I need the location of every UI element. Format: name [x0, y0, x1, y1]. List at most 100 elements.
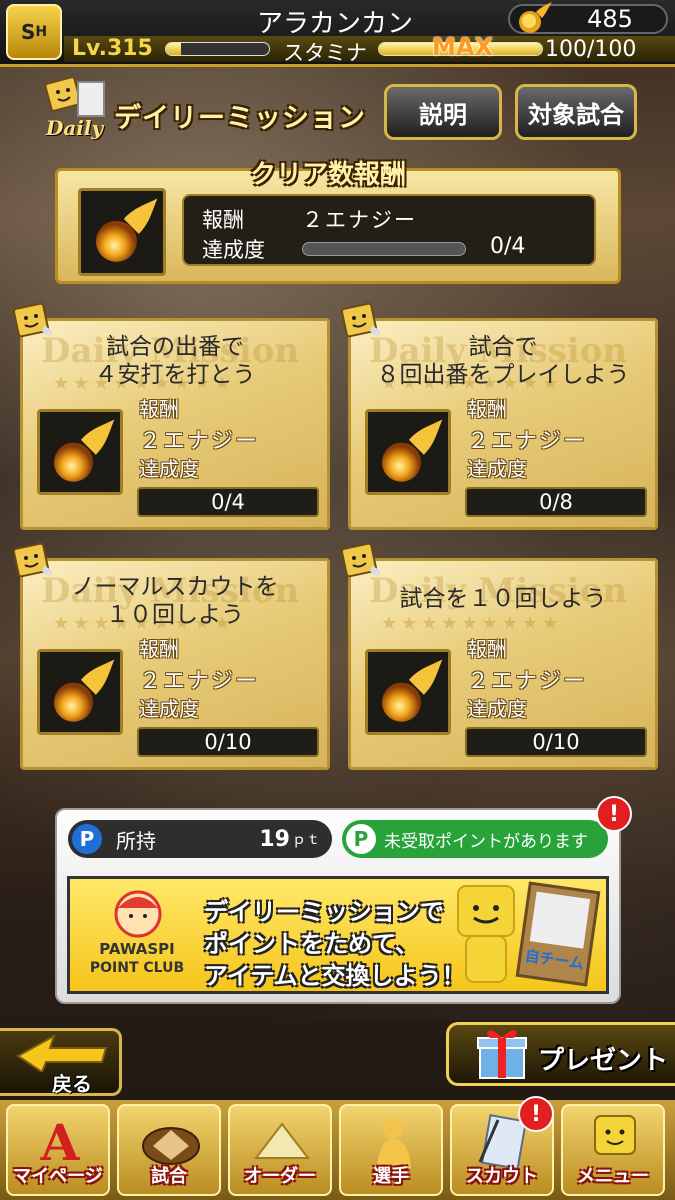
mission-progress-label: 達成度 — [467, 697, 527, 721]
energy-flame-icon — [53, 659, 115, 722]
mission-progress-value: 0/10 — [465, 727, 647, 757]
mission-reward-label: 報酬 — [139, 397, 179, 421]
scout-alert-icon: ! — [518, 1096, 554, 1132]
mission-card[interactable]: Daily Mission ★★★★★★★★★ 試合の出番で ４安打を打とう 報… — [20, 318, 330, 530]
mission-title-line2: ４安打を打とう — [94, 362, 256, 388]
present-label: プレゼント — [538, 1046, 669, 1076]
mission-progress-value: 0/10 — [137, 727, 319, 757]
nav-menu-icon — [594, 1115, 636, 1155]
mission-progress-label: 達成度 — [139, 457, 199, 481]
daily-word: Daily — [46, 116, 104, 140]
nav-player-label: 選手 — [373, 1166, 409, 1187]
progress-value: 0/4 — [490, 234, 526, 259]
alert-icon: ! — [596, 796, 632, 832]
clear-reward-heading: クリア数報酬 — [250, 160, 407, 190]
nav-match[interactable]: 試合 — [117, 1104, 221, 1196]
level-display: Lv.315 — [72, 36, 153, 61]
explain-button[interactable]: 説明 — [384, 84, 502, 140]
mascot-face-icon — [114, 890, 162, 938]
mission-title-line2: １０回しよう — [106, 602, 244, 628]
memo-pin-icon — [12, 542, 53, 578]
owned-label: 所持 — [116, 828, 156, 853]
mission-reward-item — [37, 409, 123, 495]
banner-line1: デイリーミッションで — [204, 898, 444, 926]
nav-menu[interactable]: メニュー — [561, 1104, 665, 1196]
mission-title-line2: ８回出番をプレイしよう — [376, 362, 630, 388]
nav-match-label: 試合 — [151, 1166, 187, 1187]
mission-card[interactable]: Daily Mission ★★★★★★★★★ ノーマルスカウトを １０回しよう… — [20, 558, 330, 770]
owned-points-pill: P 所持 19 ｐｔ — [68, 820, 332, 858]
banner-line2: ポイントをためて、 — [204, 930, 419, 958]
nav-order-label: オーダー — [244, 1166, 316, 1187]
reward-label: 報酬 — [202, 208, 244, 232]
p-point-icon: P — [346, 824, 376, 854]
svg-text:A: A — [40, 1113, 81, 1168]
energy-flame-icon — [381, 419, 443, 482]
target-games-button[interactable]: 対象試合 — [515, 84, 637, 140]
player-name: アラカンカン — [256, 9, 413, 39]
stamina-max-label: MAX — [432, 33, 493, 61]
nav-player[interactable]: 選手 — [339, 1104, 443, 1196]
team-card-label: 自チーム — [523, 946, 586, 973]
back-arrow-icon — [16, 1033, 108, 1072]
memo-pin-icon — [340, 302, 381, 338]
clear-reward-item — [78, 188, 166, 276]
mission-reward-value: ２エナジー — [467, 429, 588, 454]
clear-progress-bar — [302, 242, 466, 256]
card-stars: ★★★★★★★★★ — [381, 613, 563, 634]
stamina-value: 100/100 — [545, 37, 637, 62]
gift-box-icon — [477, 1030, 527, 1079]
progress-label: 達成度 — [202, 238, 265, 262]
unclaimed-points-button[interactable]: P 未受取ポイントがあります — [342, 820, 608, 858]
nav-scout-label: スカウト — [466, 1166, 538, 1187]
nav-order[interactable]: オーダー — [228, 1104, 332, 1196]
mission-progress-value: 0/4 — [137, 487, 319, 517]
mission-reward-label: 報酬 — [139, 637, 179, 661]
mission-title-line1: 試合の出番で — [106, 334, 244, 360]
nav-mypage[interactable]: A マイページ — [6, 1104, 110, 1196]
energy-count: 485 — [587, 5, 633, 33]
mission-card[interactable]: Daily Mission ★★★★★★★★★ 試合を１０回しよう 報酬 ２エナ… — [348, 558, 658, 770]
mission-progress-label: 達成度 — [467, 457, 527, 481]
nav-menu-label: メニュー — [577, 1166, 649, 1187]
mission-title-line1: 試合で — [468, 334, 538, 360]
club-name-line1: PAWASPI — [99, 940, 175, 958]
team-card-icon: 自チーム — [515, 881, 601, 987]
p-point-icon: P — [72, 824, 102, 854]
mission-progress-value: 0/8 — [465, 487, 647, 517]
nav-match-icon — [142, 1127, 200, 1165]
energy-flame-icon — [53, 419, 115, 482]
mission-progress-label: 達成度 — [139, 697, 199, 721]
memo-pin-icon — [340, 542, 381, 578]
mission-title-line1: ノーマルスカウトを — [71, 574, 279, 600]
mission-reward-value: ２エナジー — [467, 669, 588, 694]
unclaimed-message: 未受取ポイントがあります — [384, 831, 588, 852]
back-label: 戻る — [52, 1072, 92, 1096]
nav-order-icon — [253, 1122, 311, 1159]
owned-unit: ｐｔ — [292, 832, 320, 848]
exp-bar — [165, 42, 270, 56]
mission-reward-label: 報酬 — [467, 637, 507, 661]
club-name-line2: POINT CLUB — [89, 960, 185, 976]
mission-title-line1: 試合を１０回しよう — [399, 586, 607, 612]
exp-bar-fill — [166, 43, 182, 55]
energy-flame-icon — [381, 659, 443, 722]
mission-reward-item — [365, 409, 451, 495]
mission-reward-item — [37, 649, 123, 735]
mission-reward-label: 報酬 — [467, 397, 507, 421]
memo-pin-icon — [12, 302, 53, 338]
reward-value: ２エナジー — [302, 208, 417, 232]
mission-reward-item — [365, 649, 451, 735]
mission-reward-value: ２エナジー — [139, 669, 260, 694]
energy-flame-icon — [95, 198, 158, 262]
banner-line3: アイテムと交換しよう！ — [204, 962, 466, 990]
stamina-label: スタミナ — [283, 41, 367, 65]
nav-mypage-icon: A — [40, 1113, 81, 1168]
mission-card[interactable]: Daily Mission ★★★★★★★★★ 試合で ８回出番をプレイしよう … — [348, 318, 658, 530]
energy-flame-icon — [519, 2, 552, 33]
team-logo[interactable]: SH — [6, 4, 62, 60]
owned-value: 19 — [259, 826, 290, 852]
level-prefix: Lv. — [72, 36, 107, 61]
mission-title: デイリーミッション — [114, 103, 366, 134]
nav-mypage-label: マイページ — [13, 1166, 103, 1187]
